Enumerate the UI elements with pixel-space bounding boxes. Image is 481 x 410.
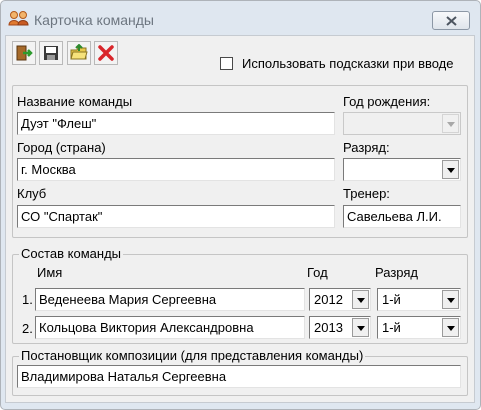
city-label: Город (страна)	[17, 140, 106, 155]
member-rank-value: 1-й	[382, 292, 401, 307]
exit-icon	[16, 45, 33, 61]
member-rank-select[interactable]: 1-й	[377, 288, 461, 311]
save-button[interactable]	[39, 41, 63, 65]
close-button[interactable]	[432, 11, 470, 30]
member-name-field[interactable]: Веденеева Мария Сергеевна	[35, 288, 305, 311]
hint-checkbox[interactable]	[220, 57, 233, 70]
member-row-number: 2.	[22, 321, 33, 336]
club-field[interactable]: СО "Спартак"	[17, 205, 335, 228]
team-name-field[interactable]: Дуэт "Флеш"	[17, 112, 335, 135]
open-button[interactable]	[67, 41, 91, 65]
team-members-title: Состав команды	[19, 246, 124, 261]
members-col-rank: Разряд	[375, 265, 418, 280]
chevron-down-icon[interactable]	[442, 290, 459, 309]
window-title: Карточка команды	[34, 12, 154, 28]
city-field[interactable]: г. Москва	[17, 158, 335, 181]
chevron-down-icon[interactable]	[442, 114, 459, 133]
team-people-icon	[8, 10, 30, 26]
rank-label: Разряд:	[343, 140, 390, 155]
save-icon	[44, 46, 58, 60]
coach-label: Тренер:	[343, 186, 390, 201]
folder-icon	[70, 44, 88, 60]
chevron-down-icon[interactable]	[352, 318, 369, 337]
close-icon	[446, 16, 457, 26]
client-area: Использовать подсказки при вводе Названи…	[5, 35, 475, 403]
member-year-value: 2012	[314, 292, 343, 307]
member-row-number: 1.	[22, 292, 33, 307]
member-rank-select[interactable]: 1-й	[377, 316, 461, 339]
chevron-down-icon[interactable]	[442, 160, 459, 179]
member-year-select[interactable]: 2012	[309, 288, 371, 311]
choreographer-title: Постановщик композиции (для представлени…	[19, 348, 366, 363]
exit-button[interactable]	[12, 41, 36, 65]
hint-checkbox-label: Использовать подсказки при вводе	[242, 56, 454, 71]
members-col-name: Имя	[37, 265, 63, 280]
title-bar[interactable]: Карточка команды	[1, 1, 480, 33]
birth-year-label: Год рождения:	[343, 94, 431, 109]
club-label: Клуб	[17, 186, 47, 201]
rank-select[interactable]	[343, 158, 461, 181]
member-name-field[interactable]: Кольцова Виктория Александровна	[35, 316, 305, 339]
member-year-value: 2013	[314, 320, 343, 335]
coach-field[interactable]: Савельева Л.И.	[343, 205, 461, 228]
team-name-label: Название команды	[17, 94, 133, 109]
delete-icon	[98, 45, 114, 61]
choreographer-field[interactable]: Владимирова Наталья Сергеевна	[17, 365, 461, 388]
member-rank-value: 1-й	[382, 320, 401, 335]
delete-button[interactable]	[94, 41, 118, 65]
birth-year-select[interactable]	[343, 112, 461, 135]
chevron-down-icon[interactable]	[352, 290, 369, 309]
team-card-window: Карточка команды Использовать подсказки …	[0, 0, 481, 410]
member-year-select[interactable]: 2013	[309, 316, 371, 339]
chevron-down-icon[interactable]	[442, 318, 459, 337]
members-col-year: Год	[307, 265, 328, 280]
